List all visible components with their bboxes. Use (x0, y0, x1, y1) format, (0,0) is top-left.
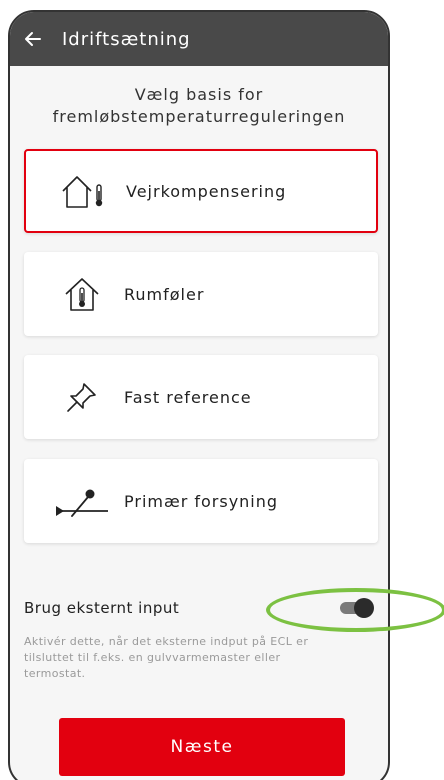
option-label: Vejrkompensering (126, 181, 287, 201)
arrow-left-icon (25, 32, 41, 46)
external-input-label: Brug eksternt input (24, 599, 180, 617)
back-button[interactable] (10, 12, 56, 66)
toggle-thumb (354, 598, 374, 618)
house-sensor-icon (52, 272, 112, 316)
page-title: Idriftsætning (62, 28, 191, 50)
external-input-row: Brug eksternt input (24, 594, 378, 622)
house-thermometer-icon (54, 169, 114, 213)
next-button[interactable]: Næste (59, 718, 345, 776)
option-room-sensor[interactable]: Rumføler (24, 252, 378, 336)
primary-supply-icon (52, 479, 112, 523)
external-input-toggle[interactable] (340, 598, 374, 618)
option-label: Rumføler (124, 284, 205, 304)
top-app-bar: Idriftsætning (10, 12, 388, 66)
phone-frame: Idriftsætning Vælg basis for fremløbstem… (8, 10, 390, 780)
option-weather-compensation[interactable]: Vejrkompensering (24, 149, 378, 233)
option-label: Fast reference (124, 387, 252, 407)
option-primary-supply[interactable]: Primær forsyning (24, 459, 378, 543)
heading-line-2: fremløbstemperaturreguleringen (52, 107, 346, 126)
option-label: Primær forsyning (124, 491, 279, 511)
heading-line-1: Vælg basis for (134, 85, 264, 104)
external-input-helper-text: Aktivér dette, når det eksterne indput p… (24, 635, 309, 680)
section-heading: Vælg basis for fremløbstemperaturreguler… (10, 84, 388, 128)
pushpin-icon (52, 375, 112, 419)
option-fixed-reference[interactable]: Fast reference (24, 355, 378, 439)
